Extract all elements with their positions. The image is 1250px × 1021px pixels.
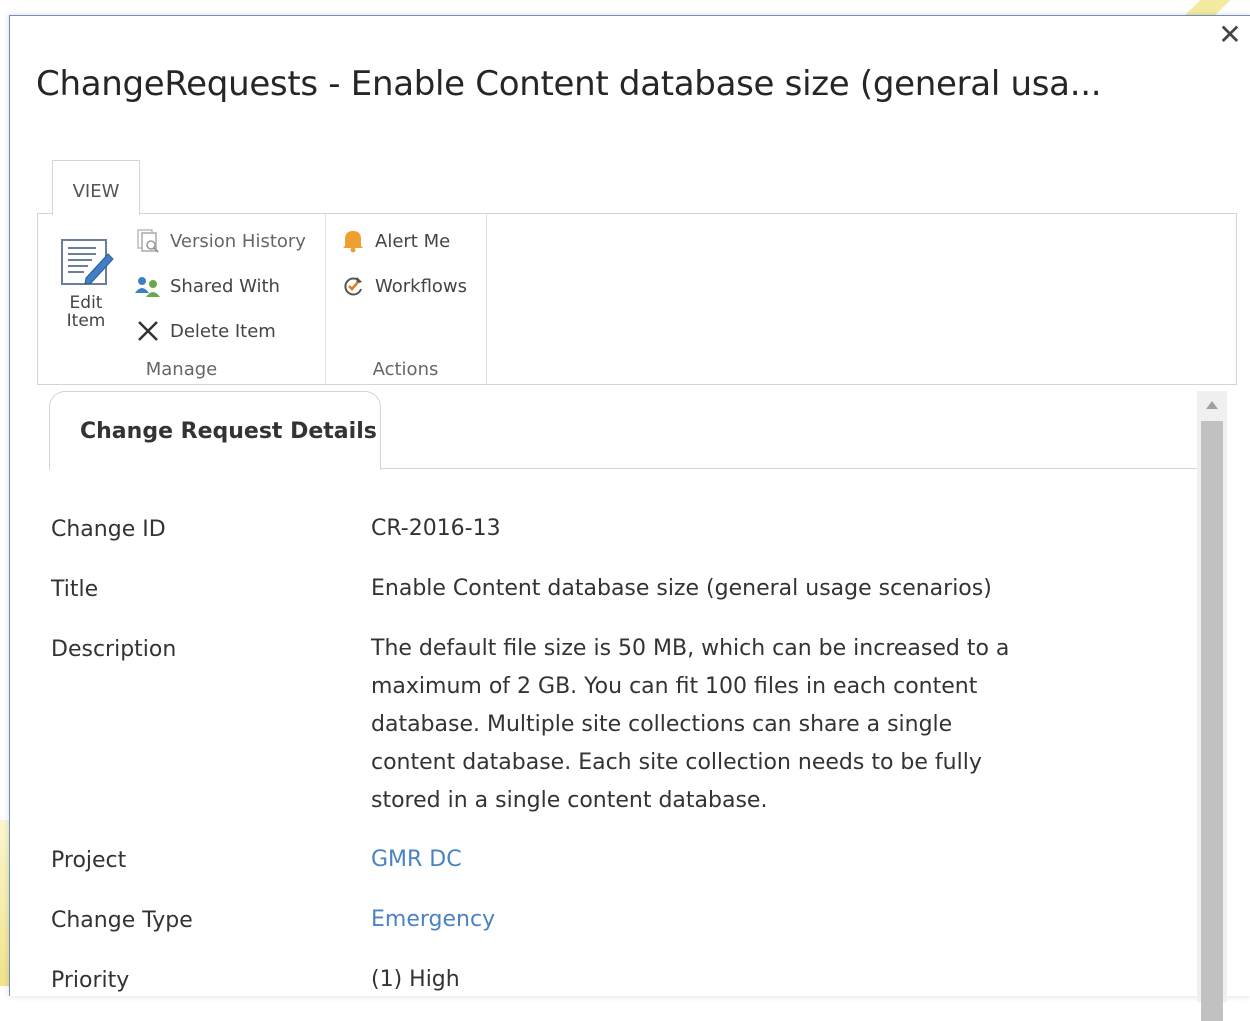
- alert-me-label: Alert Me: [375, 230, 451, 252]
- field-label: Description: [51, 637, 177, 662]
- ribbon-group-manage: Edit Item Version History Shared With De…: [38, 214, 326, 384]
- alert-bell-icon: [339, 228, 367, 254]
- alert-me-button[interactable]: Alert Me: [339, 228, 450, 254]
- shared-with-icon: [134, 273, 162, 299]
- workflow-icon: [339, 273, 367, 299]
- field-value: The default file size is 50 MB, which ca…: [371, 636, 1010, 813]
- shared-with-label: Shared With: [170, 275, 280, 297]
- version-history-label: Version History: [170, 230, 306, 252]
- edit-item-label-1: Edit: [69, 293, 103, 313]
- details-content: Change Request Details Change ID CR-2016…: [47, 391, 1203, 1002]
- workflows-label: Workflows: [375, 275, 468, 297]
- field-value: Enable Content database size (general us…: [371, 576, 992, 601]
- shared-with-button[interactable]: Shared With: [134, 273, 280, 299]
- section-title: Change Request Details: [80, 419, 377, 444]
- workflows-button[interactable]: Workflows: [339, 273, 467, 299]
- field-value: (1) High: [371, 967, 460, 992]
- tab-view[interactable]: VIEW: [52, 160, 140, 215]
- version-history-button[interactable]: Version History: [134, 228, 306, 254]
- field-label: Change Type: [51, 908, 193, 933]
- group-label-manage: Manage: [145, 359, 218, 380]
- scroll-up-arrow-icon[interactable]: [1197, 391, 1227, 419]
- change-type-link[interactable]: Emergency: [371, 901, 1011, 939]
- edit-item-label-2: Item: [66, 311, 106, 331]
- tab-change-request-details[interactable]: Change Request Details: [49, 391, 381, 470]
- close-icon[interactable]: ✕: [1217, 21, 1243, 49]
- item-dialog: ✕ ChangeRequests - Enable Content databa…: [9, 15, 1250, 1021]
- group-label-actions: Actions: [372, 359, 439, 380]
- field-label: Project: [51, 848, 127, 873]
- field-label: Change ID: [51, 517, 166, 542]
- field-label: Title: [51, 577, 99, 602]
- delete-item-button[interactable]: Delete Item: [134, 318, 276, 344]
- field-label: Priority: [51, 968, 130, 993]
- ribbon-group-actions: Alert Me Workflows Actions: [325, 214, 487, 384]
- version-history-icon: [134, 228, 162, 254]
- edit-item-icon: [61, 239, 114, 285]
- field-value: CR-2016-13: [371, 516, 501, 541]
- ribbon: Edit Item Version History Shared With De…: [37, 213, 1237, 385]
- delete-icon: [134, 318, 162, 344]
- edit-item-button[interactable]: Edit Item: [54, 234, 118, 330]
- project-link[interactable]: GMR DC: [371, 841, 1011, 879]
- dialog-title: ChangeRequests - Enable Content database…: [36, 64, 1102, 104]
- vertical-scrollbar[interactable]: [1197, 391, 1227, 1021]
- delete-item-label: Delete Item: [170, 320, 276, 342]
- scrollbar-thumb[interactable]: [1201, 421, 1223, 1021]
